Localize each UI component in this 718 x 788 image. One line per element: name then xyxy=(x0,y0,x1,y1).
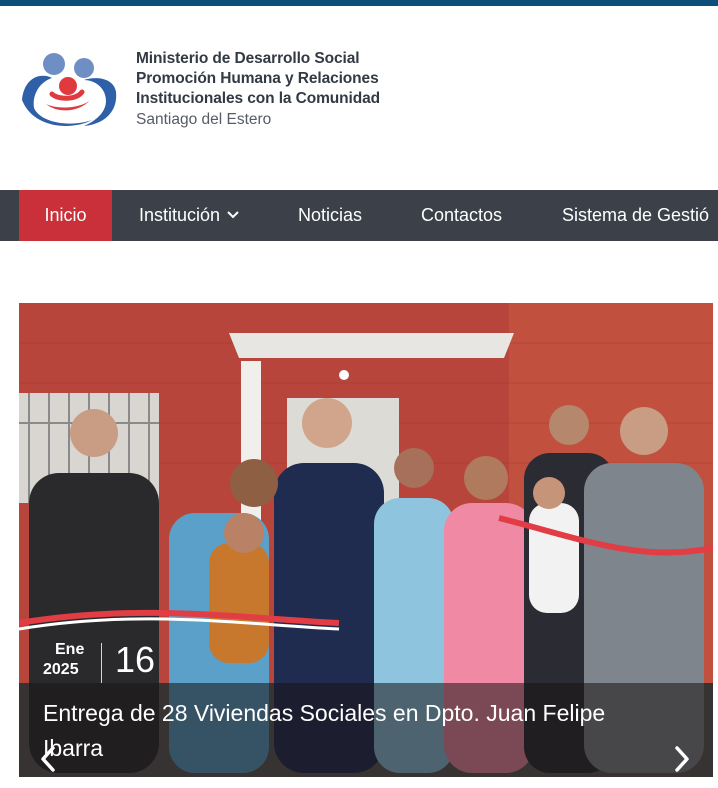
nav-item-label: Institución xyxy=(139,205,221,225)
chevron-down-icon xyxy=(227,211,239,219)
brand-line-1: Ministerio de Desarrollo Social xyxy=(136,50,360,67)
brand-text: Ministerio de Desarrollo Social Promoció… xyxy=(136,49,380,130)
chevron-left-icon[interactable] xyxy=(39,745,57,773)
nav-item-noticias[interactable]: Noticias xyxy=(298,190,362,241)
main-nav: Inicio Institución Noticias Contactos Si… xyxy=(0,190,718,241)
brand-line-3: Institucionales con la Comunidad xyxy=(136,90,380,107)
brand-line-4: Santiago del Estero xyxy=(136,111,272,128)
date-day: 16 xyxy=(115,639,156,680)
nav-item-inicio[interactable]: Inicio xyxy=(19,190,112,241)
site-logo-link[interactable]: Ministerio de Desarrollo Social Promoció… xyxy=(18,46,418,136)
family-logo-icon xyxy=(22,53,117,126)
nav-item-institucion[interactable]: Institución xyxy=(139,190,239,241)
date-separator xyxy=(101,643,102,683)
brand-line-2: Promoción Humana y Relaciones xyxy=(136,70,379,87)
date-month: Ene xyxy=(55,641,85,658)
news-slider[interactable]: Ene 2025 16 Entrega de 28 Viviendas Soci… xyxy=(19,303,713,777)
nav-item-label: Contactos xyxy=(421,205,503,225)
chevron-right-icon[interactable] xyxy=(673,745,691,773)
top-accent-bar xyxy=(0,0,718,6)
nav-item-label: Sistema de Gestió xyxy=(562,205,710,225)
nav-item-contactos[interactable]: Contactos xyxy=(421,190,502,241)
date-year: 2025 xyxy=(43,661,79,678)
slide-caption-link[interactable]: Entrega de 28 Viviendas Sociales en Dpto… xyxy=(43,696,663,766)
nav-item-label: Noticias xyxy=(298,205,363,225)
nav-item-sistema-gestion[interactable]: Sistema de Gestió xyxy=(562,190,709,241)
nav-item-label: Inicio xyxy=(44,205,87,225)
